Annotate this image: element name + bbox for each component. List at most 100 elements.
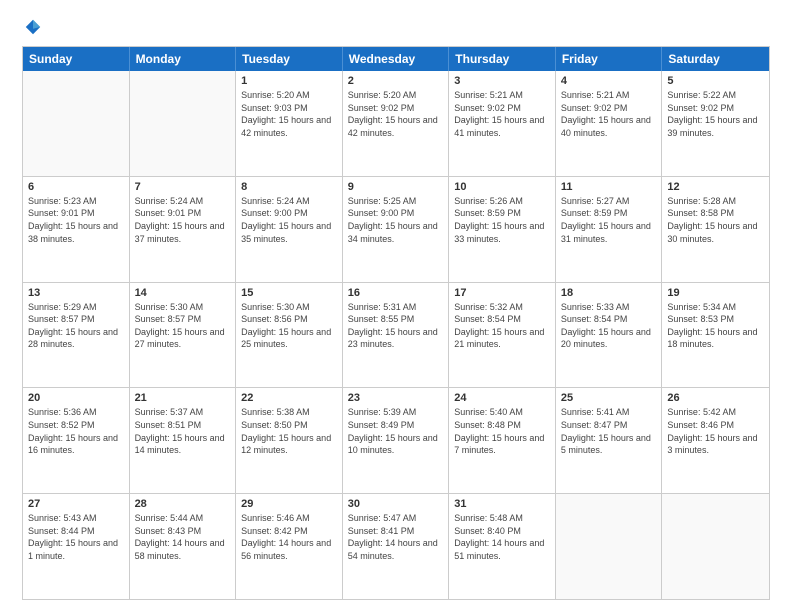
day-number: 10	[454, 181, 550, 193]
day-info: Sunrise: 5:25 AM Sunset: 9:00 PM Dayligh…	[348, 195, 444, 245]
day-number: 26	[667, 392, 764, 404]
day-info: Sunrise: 5:30 AM Sunset: 8:57 PM Dayligh…	[135, 301, 231, 351]
calendar-cell-13: 13Sunrise: 5:29 AM Sunset: 8:57 PM Dayli…	[23, 283, 130, 388]
calendar-cell-28: 28Sunrise: 5:44 AM Sunset: 8:43 PM Dayli…	[130, 494, 237, 599]
calendar-cell-18: 18 Sunrise: 5:33 AM Sunset: 8:54 PM Dayli…	[556, 283, 663, 388]
calendar-cell-10: 10 Sunrise: 5:26 AM Sunset: 8:59 PM Dayli…	[449, 177, 556, 282]
calendar-row-4: 27 Sunrise: 5:43 AM Sunset: 8:44 PM Dayli…	[23, 493, 769, 599]
day-info: Sunrise: 5:20 AM Sunset: 9:03 PM Dayligh…	[241, 89, 337, 139]
day-info: Sunrise: 5:36 AM Sunset: 8:52 PM Dayligh…	[28, 406, 124, 456]
day-info: Sunrise: 5:21 AM Sunset: 9:02 PM Dayligh…	[454, 89, 550, 139]
calendar-cell-23: 23 Sunrise: 5:39 AM Sunset: 8:49 PM Dayli…	[343, 388, 450, 493]
calendar-cell-2: 2 Sunrise: 5:20 AM Sunset: 9:02 PM Daylig…	[343, 71, 450, 176]
calendar-cell-empty-1	[130, 71, 237, 176]
day-number: 18	[561, 287, 657, 299]
calendar-cell-empty-0	[23, 71, 130, 176]
day-info: Sunrise: 5:20 AM Sunset: 9:02 PM Dayligh…	[348, 89, 444, 139]
logo-icon	[24, 18, 42, 36]
day-info: Sunrise: 5:30 AM Sunset: 8:56 PM Dayligh…	[241, 301, 337, 351]
day-info: Sunrise: 5:33 AM Sunset: 8:54 PM Dayligh…	[561, 301, 657, 351]
calendar-row-2: 13Sunrise: 5:29 AM Sunset: 8:57 PM Dayli…	[23, 282, 769, 388]
calendar-cell-6: 6 Sunrise: 5:23 AM Sunset: 9:01 PM Daylig…	[23, 177, 130, 282]
day-number: 9	[348, 181, 444, 193]
day-number: 2	[348, 75, 444, 87]
header-day-monday: Monday	[130, 47, 237, 71]
header	[22, 18, 770, 36]
day-info: Sunrise: 5:34 AM Sunset: 8:53 PM Dayligh…	[667, 301, 764, 351]
day-info: Sunrise: 5:31 AM Sunset: 8:55 PM Dayligh…	[348, 301, 444, 351]
calendar-body: 1 Sunrise: 5:20 AM Sunset: 9:03 PM Daylig…	[23, 71, 769, 599]
day-info: Sunrise: 5:44 AM Sunset: 8:43 PM Dayligh…	[135, 512, 231, 562]
day-info: Sunrise: 5:24 AM Sunset: 9:00 PM Dayligh…	[241, 195, 337, 245]
day-number: 24	[454, 392, 550, 404]
header-day-wednesday: Wednesday	[343, 47, 450, 71]
calendar-cell-1: 1 Sunrise: 5:20 AM Sunset: 9:03 PM Daylig…	[236, 71, 343, 176]
day-number: 29	[241, 498, 337, 510]
calendar-cell-21: 21 Sunrise: 5:37 AM Sunset: 8:51 PM Dayli…	[130, 388, 237, 493]
calendar-cell-7: 7 Sunrise: 5:24 AM Sunset: 9:01 PM Daylig…	[130, 177, 237, 282]
day-number: 11	[561, 181, 657, 193]
calendar-cell-9: 9 Sunrise: 5:25 AM Sunset: 9:00 PM Daylig…	[343, 177, 450, 282]
day-number: 12	[667, 181, 764, 193]
logo	[22, 18, 42, 36]
day-info: Sunrise: 5:47 AM Sunset: 8:41 PM Dayligh…	[348, 512, 444, 562]
calendar-cell-5: 5 Sunrise: 5:22 AM Sunset: 9:02 PM Daylig…	[662, 71, 769, 176]
calendar-cell-31: 31 Sunrise: 5:48 AM Sunset: 8:40 PM Dayli…	[449, 494, 556, 599]
calendar-cell-19: 19 Sunrise: 5:34 AM Sunset: 8:53 PM Dayli…	[662, 283, 769, 388]
day-info: Sunrise: 5:40 AM Sunset: 8:48 PM Dayligh…	[454, 406, 550, 456]
day-info: Sunrise: 5:27 AM Sunset: 8:59 PM Dayligh…	[561, 195, 657, 245]
calendar-cell-22: 22Sunrise: 5:38 AM Sunset: 8:50 PM Dayli…	[236, 388, 343, 493]
calendar-cell-20: 20 Sunrise: 5:36 AM Sunset: 8:52 PM Dayli…	[23, 388, 130, 493]
day-number: 5	[667, 75, 764, 87]
day-info: Sunrise: 5:43 AM Sunset: 8:44 PM Dayligh…	[28, 512, 124, 562]
day-number: 19	[667, 287, 764, 299]
day-info: Sunrise: 5:46 AM Sunset: 8:42 PM Dayligh…	[241, 512, 337, 562]
day-info: Sunrise: 5:28 AM Sunset: 8:58 PM Dayligh…	[667, 195, 764, 245]
calendar-cell-29: 29 Sunrise: 5:46 AM Sunset: 8:42 PM Dayli…	[236, 494, 343, 599]
day-info: Sunrise: 5:41 AM Sunset: 8:47 PM Dayligh…	[561, 406, 657, 456]
day-info: Sunrise: 5:22 AM Sunset: 9:02 PM Dayligh…	[667, 89, 764, 139]
day-number: 16	[348, 287, 444, 299]
day-info: Sunrise: 5:21 AM Sunset: 9:02 PM Dayligh…	[561, 89, 657, 139]
day-number: 20	[28, 392, 124, 404]
day-info: Sunrise: 5:23 AM Sunset: 9:01 PM Dayligh…	[28, 195, 124, 245]
day-info: Sunrise: 5:48 AM Sunset: 8:40 PM Dayligh…	[454, 512, 550, 562]
day-number: 31	[454, 498, 550, 510]
page: SundayMondayTuesdayWednesdayThursdayFrid…	[0, 0, 792, 612]
calendar-cell-27: 27 Sunrise: 5:43 AM Sunset: 8:44 PM Dayli…	[23, 494, 130, 599]
calendar-cell-24: 24 Sunrise: 5:40 AM Sunset: 8:48 PM Dayli…	[449, 388, 556, 493]
calendar-cell-empty-6	[662, 494, 769, 599]
calendar-cell-26: 26 Sunrise: 5:42 AM Sunset: 8:46 PM Dayli…	[662, 388, 769, 493]
header-day-tuesday: Tuesday	[236, 47, 343, 71]
day-info: Sunrise: 5:39 AM Sunset: 8:49 PM Dayligh…	[348, 406, 444, 456]
calendar-cell-15: 15 Sunrise: 5:30 AM Sunset: 8:56 PM Dayli…	[236, 283, 343, 388]
day-number: 23	[348, 392, 444, 404]
calendar-cell-8: 8 Sunrise: 5:24 AM Sunset: 9:00 PM Daylig…	[236, 177, 343, 282]
day-number: 4	[561, 75, 657, 87]
header-day-saturday: Saturday	[662, 47, 769, 71]
calendar: SundayMondayTuesdayWednesdayThursdayFrid…	[22, 46, 770, 600]
calendar-cell-25: 25Sunrise: 5:41 AM Sunset: 8:47 PM Dayli…	[556, 388, 663, 493]
day-number: 6	[28, 181, 124, 193]
calendar-cell-4: 4 Sunrise: 5:21 AM Sunset: 9:02 PM Daylig…	[556, 71, 663, 176]
day-number: 15	[241, 287, 337, 299]
day-info: Sunrise: 5:37 AM Sunset: 8:51 PM Dayligh…	[135, 406, 231, 456]
calendar-cell-12: 12 Sunrise: 5:28 AM Sunset: 8:58 PM Dayli…	[662, 177, 769, 282]
day-info: Sunrise: 5:38 AM Sunset: 8:50 PM Dayligh…	[241, 406, 337, 456]
day-number: 3	[454, 75, 550, 87]
calendar-row-3: 20 Sunrise: 5:36 AM Sunset: 8:52 PM Dayli…	[23, 387, 769, 493]
day-info: Sunrise: 5:32 AM Sunset: 8:54 PM Dayligh…	[454, 301, 550, 351]
calendar-cell-empty-5	[556, 494, 663, 599]
day-info: Sunrise: 5:24 AM Sunset: 9:01 PM Dayligh…	[135, 195, 231, 245]
header-day-friday: Friday	[556, 47, 663, 71]
day-number: 27	[28, 498, 124, 510]
day-info: Sunrise: 5:42 AM Sunset: 8:46 PM Dayligh…	[667, 406, 764, 456]
calendar-cell-14: 14Sunrise: 5:30 AM Sunset: 8:57 PM Dayli…	[130, 283, 237, 388]
day-number: 21	[135, 392, 231, 404]
day-number: 8	[241, 181, 337, 193]
calendar-cell-11: 11 Sunrise: 5:27 AM Sunset: 8:59 PM Dayli…	[556, 177, 663, 282]
day-number: 17	[454, 287, 550, 299]
day-number: 7	[135, 181, 231, 193]
day-number: 1	[241, 75, 337, 87]
day-info: Sunrise: 5:26 AM Sunset: 8:59 PM Dayligh…	[454, 195, 550, 245]
